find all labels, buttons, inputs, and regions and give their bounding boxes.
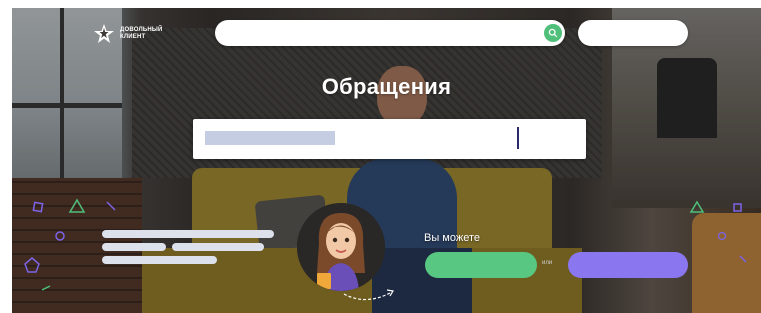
brand-logo[interactable]: ДОВОЛЬНЫЙ КЛИЕНТ <box>92 22 163 46</box>
text-line <box>102 256 217 264</box>
text-selection <box>205 131 335 145</box>
primary-action-button[interactable] <box>425 252 537 278</box>
page-title: Обращения <box>321 74 452 99</box>
search-button[interactable] <box>544 24 562 42</box>
star-logo-icon <box>94 24 114 43</box>
search-icon <box>548 28 558 38</box>
text-caret <box>517 127 519 149</box>
assistant-avatar-icon <box>297 203 385 291</box>
text-line <box>102 243 166 251</box>
logo-text: ДОВОЛЬНЫЙ КЛИЕНТ <box>120 27 163 40</box>
secondary-action-button[interactable] <box>568 252 688 278</box>
appeal-search-input[interactable] <box>193 119 586 159</box>
login-button[interactable] <box>578 20 688 46</box>
search-input[interactable] <box>215 20 565 46</box>
screenshot-frame: ДОВОЛЬНЫЙ КЛИЕНТ Обращения Вы можете или <box>12 8 761 313</box>
geometric-shapes-right-icon <box>689 200 747 263</box>
text-line <box>102 230 274 238</box>
or-separator: или <box>542 260 553 266</box>
curved-arrow-icon <box>343 289 394 301</box>
text-line <box>172 243 264 251</box>
actions-prompt: Вы можете <box>424 232 480 244</box>
